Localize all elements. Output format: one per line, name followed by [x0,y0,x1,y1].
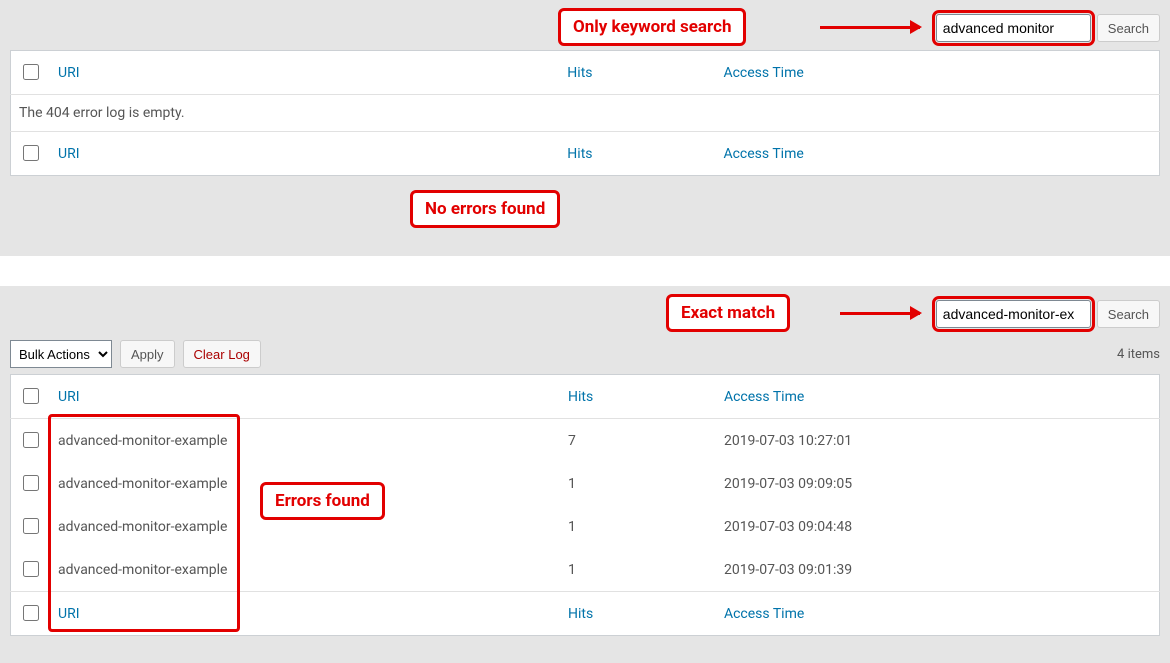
select-all-checkbox[interactable] [23,64,39,80]
panel-exact-match: Exact match Search Bulk Actions Apply Cl… [0,286,1170,656]
callout-label: Only keyword search [573,17,731,37]
cell-access: 2019-07-03 09:04:48 [716,505,1160,548]
arrow-icon [840,312,920,315]
cell-hits: 1 [560,505,716,548]
select-all-checkbox-footer[interactable] [23,145,39,161]
col-access-footer[interactable]: Access Time [723,146,803,162]
callout-no-errors: No errors found [410,190,560,228]
cell-hits: 7 [560,419,716,463]
select-all-checkbox[interactable] [23,388,39,404]
search-button[interactable]: Search [1097,300,1160,328]
col-hits-header[interactable]: Hits [568,389,593,405]
below-table-area: No errors found [10,176,1160,236]
col-access-header[interactable]: Access Time [724,389,804,405]
callout-keyword-search: Only keyword search [558,8,746,46]
cell-access: 2019-07-03 09:01:39 [716,548,1160,592]
arrow-icon [820,26,920,29]
callout-label: Exact match [681,303,775,323]
panel-divider [0,256,1170,286]
search-input[interactable] [936,14,1091,42]
search-input[interactable] [936,300,1091,328]
table-wrap: Errors found URI Hits Access Time advanc… [10,374,1160,636]
col-uri-header[interactable]: URI [58,65,80,81]
table-row: advanced-monitor-example 1 2019-07-03 09… [11,462,1160,505]
col-hits-header[interactable]: Hits [567,65,592,81]
row-checkbox[interactable] [23,475,39,491]
bulk-actions-row: Bulk Actions Apply Clear Log 4 items [10,336,1160,374]
row-checkbox[interactable] [23,518,39,534]
row-checkbox[interactable] [23,432,39,448]
items-count: 4 items [1117,347,1160,362]
table-row: advanced-monitor-example 7 2019-07-03 10… [11,419,1160,463]
cell-access: 2019-07-03 09:09:05 [716,462,1160,505]
cell-hits: 1 [560,462,716,505]
empty-message: The 404 error log is empty. [11,95,1160,132]
col-access-footer[interactable]: Access Time [724,606,804,622]
col-hits-footer[interactable]: Hits [567,146,592,162]
error-log-table-empty: URI Hits Access Time The 404 error log i… [10,50,1160,176]
col-access-header[interactable]: Access Time [723,65,803,81]
clear-log-button[interactable]: Clear Log [183,340,261,368]
search-wrap: Search [936,14,1160,42]
top-bar: Only keyword search Search [10,10,1160,50]
col-uri-footer[interactable]: URI [58,146,80,162]
callout-errors-found: Errors found [260,482,385,520]
table-row: advanced-monitor-example 1 2019-07-03 09… [11,548,1160,592]
row-checkbox[interactable] [23,561,39,577]
panel-keyword-search: Only keyword search Search URI Hits Acce… [0,0,1170,256]
select-all-checkbox-footer[interactable] [23,605,39,621]
cell-uri: advanced-monitor-example [50,548,560,592]
bulk-actions-select[interactable]: Bulk Actions [10,340,112,368]
error-log-table: URI Hits Access Time advanced-monitor-ex… [10,374,1160,636]
search-wrap: Search [936,300,1160,328]
callout-label: No errors found [425,199,545,219]
col-hits-footer[interactable]: Hits [568,606,593,622]
empty-row: The 404 error log is empty. [11,95,1160,132]
search-button[interactable]: Search [1097,14,1160,42]
cell-access: 2019-07-03 10:27:01 [716,419,1160,463]
callout-exact-match: Exact match [666,294,790,332]
cell-uri: advanced-monitor-example [50,419,560,463]
col-uri-footer[interactable]: URI [58,606,80,622]
col-uri-header[interactable]: URI [58,389,80,405]
cell-hits: 1 [560,548,716,592]
table-row: advanced-monitor-example 1 2019-07-03 09… [11,505,1160,548]
apply-button[interactable]: Apply [120,340,175,368]
callout-label: Errors found [275,491,370,511]
top-bar: Exact match Search [10,296,1160,336]
